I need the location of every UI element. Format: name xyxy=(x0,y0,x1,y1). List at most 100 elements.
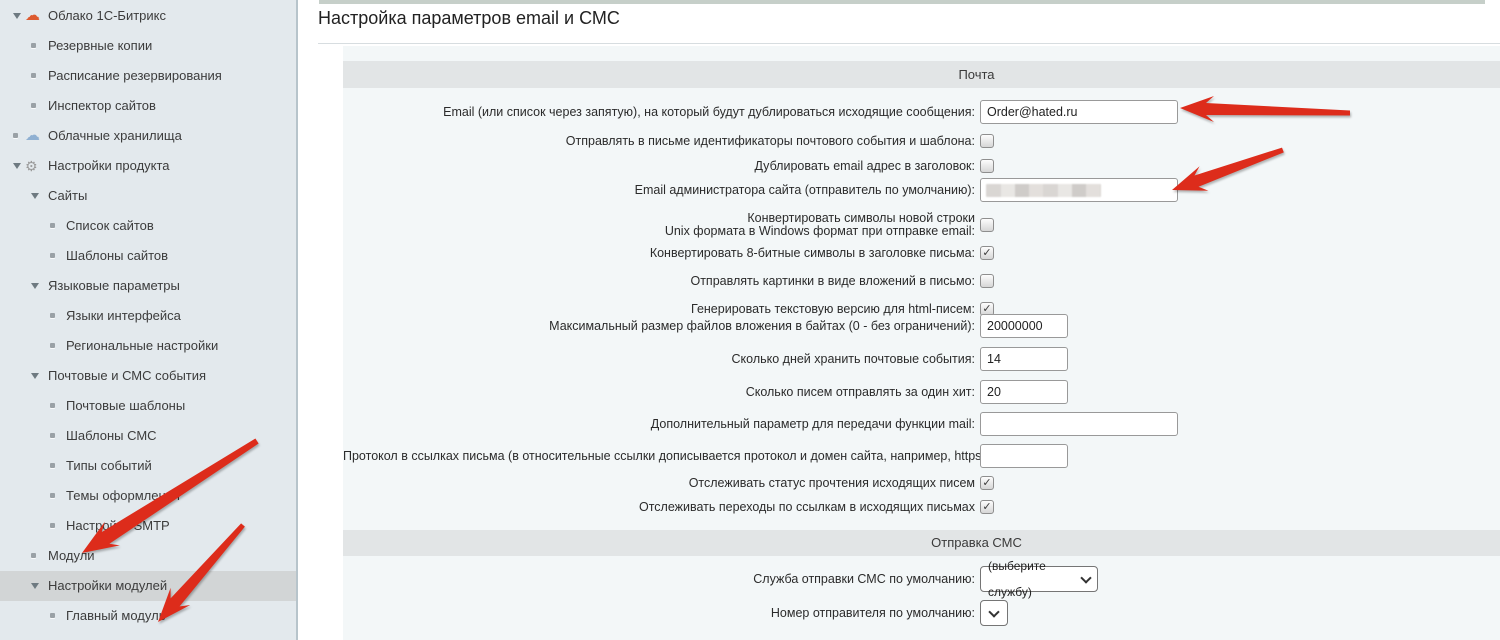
sidebar-item[interactable]: Языковые параметры xyxy=(0,271,296,301)
mail-events-days-input[interactable] xyxy=(980,347,1068,371)
tree-bullet-icon xyxy=(31,73,36,78)
duplicate-email-header-checkbox[interactable] xyxy=(980,159,994,173)
sidebar-item[interactable]: Модули xyxy=(0,541,296,571)
sidebar-item[interactable]: ⚙ Настройки продукта xyxy=(0,151,296,181)
tree-bullet-icon xyxy=(31,103,36,108)
sidebar-item-label: Облако 1С-Битрикс xyxy=(48,1,166,31)
sidebar-item-label: Главный модуль xyxy=(66,601,165,631)
sidebar-item-label: Инспектор сайтов xyxy=(48,91,156,121)
duplicate-email-input[interactable] xyxy=(980,100,1178,124)
tree-expand-icon[interactable] xyxy=(31,193,39,199)
sidebar-tree: ☁ Облако 1С-БитриксРезервные копииРасписа… xyxy=(0,0,298,640)
cloud-storage-icon: ☁ xyxy=(25,121,40,151)
tree-bullet-icon xyxy=(50,223,55,228)
field-label: Номер отправителя по умолчанию: xyxy=(343,600,975,626)
form-row: Отслеживать статус прочтения исходящих п… xyxy=(343,471,1500,497)
tree-expand-icon[interactable] xyxy=(31,373,39,379)
tree-bullet-icon xyxy=(13,133,18,138)
link-protocol-input[interactable] xyxy=(980,444,1068,468)
form-row: Конвертировать 8-битные символы в заголо… xyxy=(343,241,1500,267)
tree-bullet-icon xyxy=(50,523,55,528)
sidebar-item-label: Темы оформления xyxy=(66,481,180,511)
field-label: Отправлять в письме идентификаторы почто… xyxy=(343,129,975,153)
sidebar-item-label: Настройки продукта xyxy=(48,151,170,181)
form-row: Максимальный размер файлов вложения в ба… xyxy=(343,314,1500,340)
convert-8bit-checkbox[interactable]: ✓ xyxy=(980,246,994,260)
section-header-mail: Почта xyxy=(343,61,1500,88)
track-link-clicks-checkbox[interactable]: ✓ xyxy=(980,500,994,514)
form-row: Email администратора сайта (отправитель … xyxy=(343,178,1500,204)
tree-bullet-icon xyxy=(50,253,55,258)
tree-bullet-icon xyxy=(50,403,55,408)
field-label: Служба отправки СМС по умолчанию: xyxy=(343,566,975,592)
tree-expand-icon[interactable] xyxy=(31,283,39,289)
form-row: Протокол в ссылках письма (в относительн… xyxy=(343,444,1500,470)
sidebar-item-label: Почтовые шаблоны xyxy=(66,391,185,421)
form-row: Дублировать email адрес в заголовок: xyxy=(343,154,1500,180)
mail-function-param-input[interactable] xyxy=(980,412,1178,436)
field-label: Дублировать email адрес в заголовок: xyxy=(343,154,975,178)
form-row: Отправлять картинки в виде вложений в пи… xyxy=(343,269,1500,295)
tree-bullet-icon xyxy=(31,553,36,558)
sidebar-item[interactable]: Список сайтов xyxy=(0,211,296,241)
field-label: Отслеживать переходы по ссылкам в исходя… xyxy=(343,495,975,519)
max-attachment-size-input[interactable] xyxy=(980,314,1068,338)
tree-bullet-icon xyxy=(50,343,55,348)
convert-newline-checkbox[interactable] xyxy=(980,218,994,232)
sender-number-select[interactable] xyxy=(980,600,1008,626)
sidebar-item[interactable]: Региональные настройки xyxy=(0,331,296,361)
sms-service-selected-value: (выберите службу) xyxy=(988,553,1082,605)
tree-bullet-icon xyxy=(50,463,55,468)
sidebar-item[interactable]: Почтовые и СМС события xyxy=(0,361,296,391)
admin-email-input[interactable] xyxy=(980,178,1178,202)
gear-icon: ⚙ xyxy=(25,151,38,181)
form-row: Служба отправки СМС по умолчанию: (выбер… xyxy=(343,566,1500,592)
sidebar-item[interactable]: Главный модуль xyxy=(0,601,296,631)
sidebar-item-label: Шаблоны сайтов xyxy=(66,241,168,271)
sidebar-item[interactable]: ☁ Облачные хранилища xyxy=(0,121,296,151)
bitrix-cloud-icon: ☁ xyxy=(25,1,40,31)
sidebar-item[interactable]: ☁ Облако 1С-Битрикс xyxy=(0,1,296,31)
sidebar-item-label: Шаблоны СМС xyxy=(66,421,157,451)
sms-service-select[interactable]: (выберите службу) xyxy=(980,566,1098,592)
tree-expand-icon[interactable] xyxy=(13,13,21,19)
sidebar-item[interactable]: Расписание резервирования xyxy=(0,61,296,91)
sidebar-item[interactable]: Почтовые шаблоны xyxy=(0,391,296,421)
field-label: Отправлять картинки в виде вложений в пи… xyxy=(343,269,975,293)
section-header-sms: Отправка СМС xyxy=(343,530,1500,556)
sidebar-item-label: Сайты xyxy=(48,181,87,211)
sidebar-item-label: Список сайтов xyxy=(66,211,154,241)
tree-expand-icon[interactable] xyxy=(13,163,21,169)
chevron-down-icon xyxy=(988,606,999,617)
sidebar-item[interactable]: Шаблоны СМС xyxy=(0,421,296,451)
redacted-email-value xyxy=(986,184,1101,197)
sidebar-item[interactable]: Шаблоны сайтов xyxy=(0,241,296,271)
send-event-ids-checkbox[interactable] xyxy=(980,134,994,148)
sidebar-item[interactable]: Темы оформления xyxy=(0,481,296,511)
track-read-status-checkbox[interactable]: ✓ xyxy=(980,476,994,490)
sidebar-item-label: Настройка SMTP xyxy=(66,511,170,541)
sidebar-item[interactable]: Инспектор сайтов xyxy=(0,91,296,121)
form-row: Отправлять в письме идентификаторы почто… xyxy=(343,129,1500,155)
sidebar-item[interactable]: Резервные копии xyxy=(0,31,296,61)
tree-bullet-icon xyxy=(50,493,55,498)
sidebar-item-label: Почтовые и СМС события xyxy=(48,361,206,391)
field-label: Отслеживать статус прочтения исходящих п… xyxy=(343,471,975,495)
field-label: Максимальный размер файлов вложения в ба… xyxy=(343,314,975,338)
chevron-down-icon xyxy=(1080,572,1091,583)
field-label: Email (или список через запятую), на кот… xyxy=(343,100,975,124)
sidebar-item[interactable]: Настройки модулей xyxy=(0,571,296,601)
sidebar-item[interactable]: Настройка SMTP xyxy=(0,511,296,541)
images-as-attachments-checkbox[interactable] xyxy=(980,274,994,288)
tree-expand-icon[interactable] xyxy=(31,583,39,589)
sidebar-item[interactable]: Сайты xyxy=(0,181,296,211)
sidebar-item[interactable]: Языки интерфейса xyxy=(0,301,296,331)
field-label: Сколько писем отправлять за один хит: xyxy=(343,380,975,404)
sidebar-item-label: Облачные хранилища xyxy=(48,121,182,151)
letters-per-hit-input[interactable] xyxy=(980,380,1068,404)
field-label: Дополнительный параметр для передачи фун… xyxy=(343,412,975,436)
page-title: Настройка параметров email и СМС xyxy=(318,8,620,29)
tree-bullet-icon xyxy=(50,433,55,438)
form-row: Сколько писем отправлять за один хит: xyxy=(343,380,1500,406)
sidebar-item[interactable]: Типы событий xyxy=(0,451,296,481)
